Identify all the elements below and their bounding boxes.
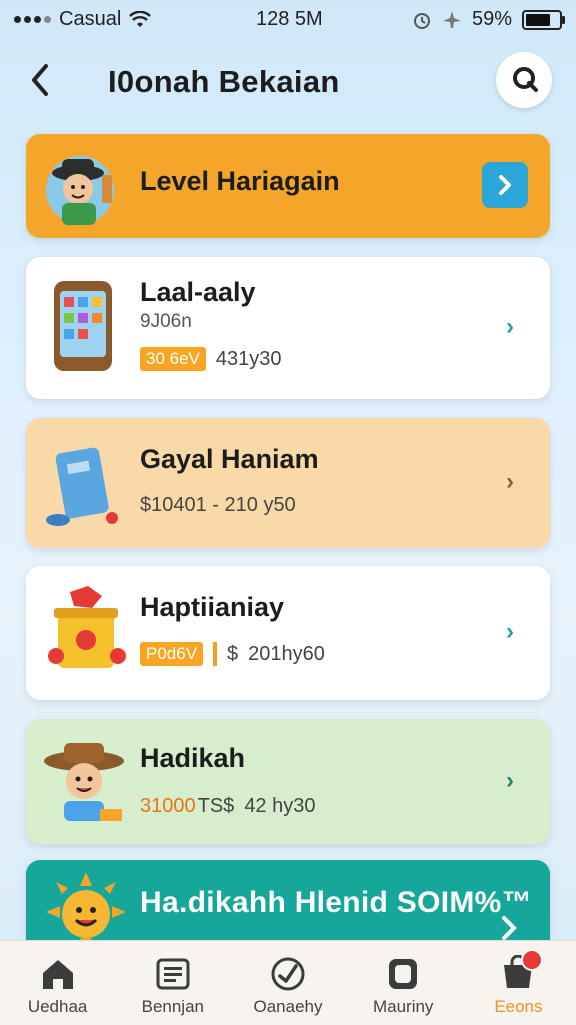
card-title: Hadikah	[140, 743, 246, 773]
status-right: 59%	[412, 8, 565, 31]
nav-item-compass[interactable]: Oanaehy	[230, 941, 345, 1025]
card-meta-row: $10401 - 210 y50	[140, 494, 296, 517]
treasure-basket-icon	[48, 586, 126, 668]
character-avatar-icon	[46, 156, 114, 225]
nav-label: Oanaehy	[253, 997, 323, 1016]
nav-item-store[interactable]: Eeons	[461, 941, 576, 1025]
card-meta: 42 hy30	[244, 795, 316, 817]
chevron-right-icon[interactable]: ›	[506, 313, 514, 341]
cowboy-character-icon	[44, 743, 124, 821]
nav-label: Mauriny	[372, 997, 434, 1016]
header: I0onah Bekaian	[0, 44, 576, 120]
card-meta-row: 31000 TS$ 42 hy30	[140, 795, 315, 818]
airplane-icon	[442, 10, 461, 28]
card-meta: $10401 - 210 y50	[140, 494, 296, 516]
battery-icon	[522, 9, 565, 30]
card-meta-row: 30 6eV 431y30	[140, 347, 282, 371]
status-left: Casual	[14, 8, 152, 31]
back-arrow-icon[interactable]	[28, 62, 58, 102]
status-badge: 30 6eV	[140, 347, 206, 371]
item-card[interactable]: Hadikah 31000 TS$ 42 hy30 ›	[26, 719, 550, 844]
card-title: Haptiianiay	[140, 592, 285, 622]
currency-label: $	[227, 642, 239, 665]
nav-item-home[interactable]: Uedhaa	[0, 941, 115, 1025]
nav-label: Eeons	[494, 997, 543, 1016]
page-title: I0onah Bekaian	[108, 64, 340, 99]
card-meta: 201hy60	[248, 642, 325, 665]
bottom-nav: Uedhaa Bennjan Oanaehy Mauriny Eeons	[0, 940, 576, 1025]
price-amount: 31000	[140, 795, 196, 817]
nav-item-wallet[interactable]: Mauriny	[346, 941, 461, 1025]
card-title: Laal-aaly	[140, 277, 256, 307]
battery-percent: 59%	[471, 8, 512, 30]
nav-label: Uedhaa	[27, 997, 88, 1016]
level-banner-card[interactable]: Level Hariagain	[26, 134, 550, 238]
status-bar: Casual 128 5M 59%	[0, 0, 576, 40]
chevron-right-icon[interactable]: ›	[506, 618, 514, 646]
card-title: Level Hariagain	[140, 166, 340, 196]
compass-icon	[271, 957, 305, 991]
chevron-right-icon[interactable]	[496, 914, 524, 942]
item-card[interactable]: Laal-aaly 9J06n 30 6eV 431y30 ›	[26, 257, 550, 399]
gift-box-icon	[46, 447, 118, 526]
notification-badge	[521, 949, 544, 971]
home-icon	[42, 960, 73, 989]
store-icon-wrap	[499, 949, 544, 993]
wallet-icon	[389, 959, 418, 989]
chevron-right-icon[interactable]	[482, 162, 528, 208]
divider	[213, 642, 218, 666]
item-card[interactable]: Gayal Haniam $10401 - 210 y50 ›	[26, 418, 550, 548]
item-card[interactable]: Haptiianiay P0d6V $ 201hy60 ›	[26, 566, 550, 700]
status-time: 128 5M	[256, 8, 323, 30]
price-value: 31000	[140, 795, 196, 818]
chevron-right-icon[interactable]: ›	[506, 468, 514, 496]
wifi-icon	[129, 10, 152, 27]
price-suffix: TS$	[197, 795, 235, 817]
status-badge: P0d6V	[140, 642, 204, 666]
chevron-right-icon[interactable]: ›	[506, 767, 514, 795]
card-meta-row: P0d6V $ 201hy60	[140, 642, 325, 666]
signal-icon	[14, 16, 51, 23]
search-icon	[513, 67, 538, 92]
phone-app-icon	[54, 281, 112, 371]
card-title: Gayal Haniam	[140, 444, 319, 474]
card-meta: 431y30	[215, 347, 282, 370]
card-title: Ha.dikahh Hlenid SOIM%™	[140, 886, 532, 919]
alarm-icon	[413, 12, 430, 29]
nav-label: Bennjan	[141, 997, 204, 1016]
nav-item-list[interactable]: Bennjan	[115, 941, 230, 1025]
list-icon	[156, 958, 190, 990]
carrier-label: Casual	[59, 8, 122, 30]
card-subtitle: 9J06n	[140, 311, 192, 332]
search-button[interactable]	[496, 52, 552, 108]
